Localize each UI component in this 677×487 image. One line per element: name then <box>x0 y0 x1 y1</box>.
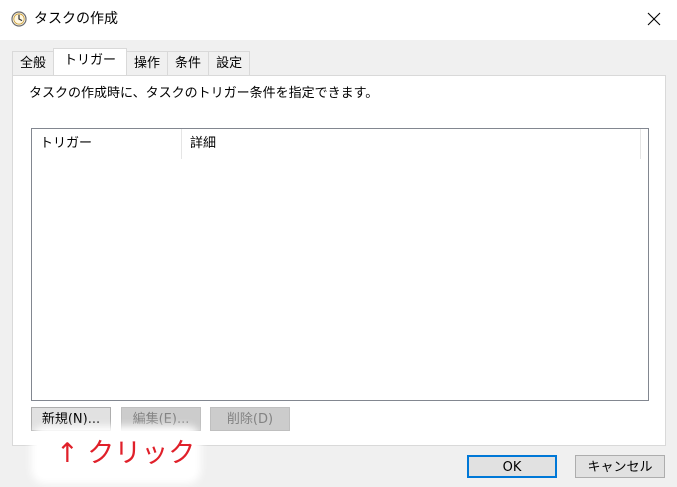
edit-trigger-button[interactable]: 編集(E)... <box>121 407 201 431</box>
list-header: トリガー 詳細 状 <box>32 129 648 159</box>
close-button[interactable] <box>631 0 677 40</box>
title-bar: タスクの作成 <box>0 0 677 40</box>
ok-button[interactable]: OK <box>467 455 557 478</box>
tab-strip: 全般 トリガー 操作 条件 設定 <box>12 48 251 75</box>
window-title: タスクの作成 <box>34 11 118 27</box>
column-header-trigger[interactable]: トリガー <box>32 129 182 159</box>
create-task-dialog: タスクの作成 全般 トリガー 操作 条件 設定 タスクの作成時に、タスクのトリガ… <box>0 0 677 487</box>
trigger-list[interactable]: トリガー 詳細 状 <box>31 128 649 401</box>
click-annotation: ↑ クリック <box>56 438 196 469</box>
triggers-panel: タスクの作成時に、タスクのトリガー条件を指定できます。 トリガー 詳細 状 新規… <box>12 75 666 446</box>
delete-trigger-button[interactable]: 削除(D) <box>210 407 290 431</box>
cancel-button[interactable]: キャンセル <box>575 455 665 478</box>
new-trigger-button[interactable]: 新規(N)... <box>31 407 111 431</box>
tab-triggers[interactable]: トリガー <box>53 48 128 75</box>
tab-settings[interactable]: 設定 <box>208 51 251 75</box>
clock-icon <box>11 11 27 27</box>
tab-actions[interactable]: 操作 <box>126 51 169 75</box>
panel-description: タスクの作成時に、タスクのトリガー条件を指定できます。 <box>29 86 379 101</box>
tab-conditions[interactable]: 条件 <box>167 51 210 75</box>
close-icon <box>647 11 661 30</box>
column-header-status[interactable]: 状 <box>641 129 648 159</box>
column-header-details[interactable]: 詳細 <box>182 129 641 159</box>
tab-general[interactable]: 全般 <box>12 51 55 75</box>
